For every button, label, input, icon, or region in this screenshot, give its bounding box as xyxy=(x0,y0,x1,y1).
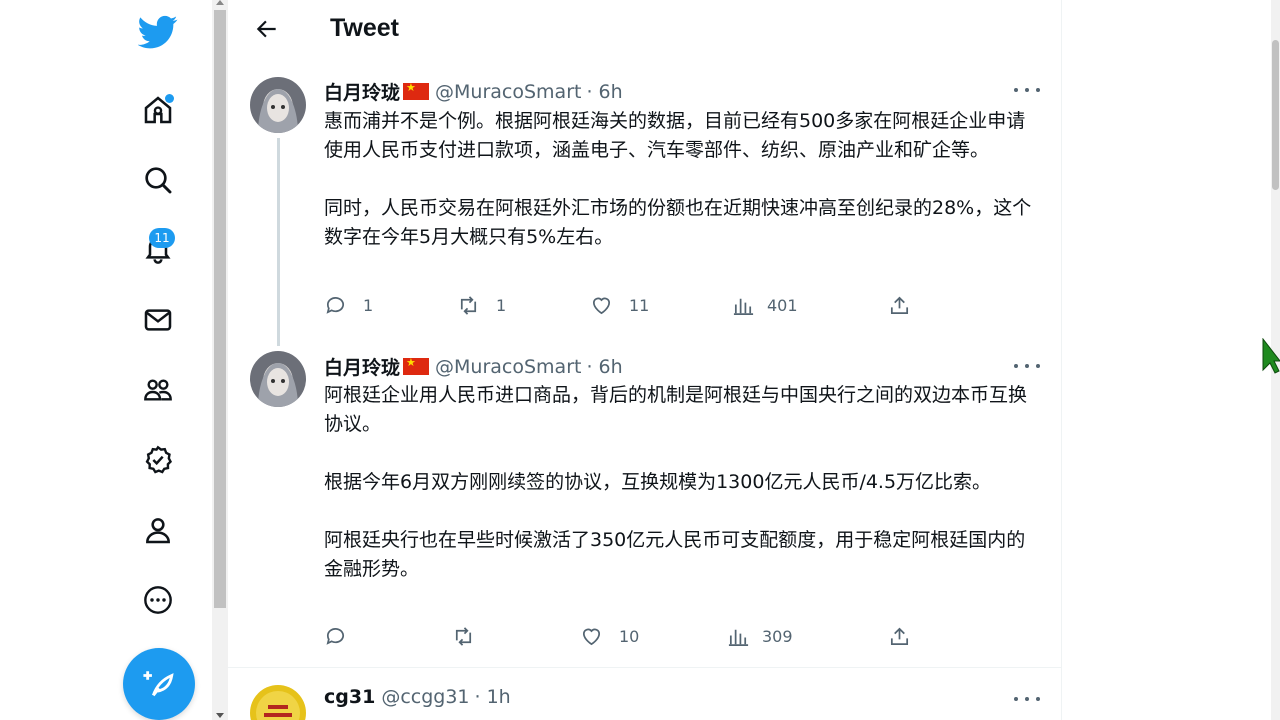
tweet-header: cg31 @ccgg31 · 1h xyxy=(324,686,511,708)
views-count: 309 xyxy=(762,627,793,646)
page-title: Tweet xyxy=(330,14,399,42)
back-button[interactable] xyxy=(250,12,284,46)
views-count: 401 xyxy=(767,296,798,315)
like-button[interactable]: 10 xyxy=(580,625,639,648)
share-upload-icon xyxy=(890,627,909,646)
mouse-cursor-icon xyxy=(1262,337,1280,378)
share-upload-icon xyxy=(890,296,909,315)
heart-icon xyxy=(582,628,601,646)
twitter-logo-icon[interactable] xyxy=(136,10,180,54)
notifications-count-badge: 11 xyxy=(149,228,175,248)
author-handle[interactable]: @ccgg31 xyxy=(381,686,469,708)
retweet-button[interactable]: 1 xyxy=(457,294,506,317)
feather-plus-icon xyxy=(143,671,174,697)
views-button[interactable]: 401 xyxy=(732,294,798,317)
tweet-actions: 1 1 11 401 xyxy=(324,294,924,318)
retweet-count: 1 xyxy=(496,296,507,315)
tweet-time[interactable]: · 1h xyxy=(475,686,511,708)
scroll-down-arrow-icon[interactable] xyxy=(216,713,224,718)
retweet-icon xyxy=(455,627,472,646)
tweet-time[interactable]: · 6h xyxy=(586,81,622,103)
like-count: 10 xyxy=(619,627,640,646)
communities-icon[interactable] xyxy=(136,368,180,412)
left-navigation: 11 xyxy=(0,0,212,720)
scrollbar[interactable] xyxy=(212,0,228,720)
page-scrollbar-thumb[interactable] xyxy=(1272,40,1279,190)
tweet-actions: 10 309 xyxy=(324,625,924,649)
profile-icon[interactable] xyxy=(136,508,180,552)
avatar[interactable] xyxy=(250,77,306,133)
search-icon[interactable] xyxy=(136,158,180,202)
more-options-button[interactable] xyxy=(1014,356,1040,376)
share-button[interactable] xyxy=(888,625,911,648)
views-button[interactable]: 309 xyxy=(727,625,793,648)
scroll-up-arrow-icon[interactable] xyxy=(216,0,224,5)
china-flag-icon xyxy=(403,356,430,375)
scrollbar-thumb[interactable] xyxy=(214,10,226,608)
author-handle[interactable]: @MuracoSmart xyxy=(435,81,581,103)
share-button[interactable] xyxy=(888,294,911,317)
more-options-button[interactable] xyxy=(1014,80,1040,100)
heart-icon xyxy=(592,297,611,315)
home-icon[interactable] xyxy=(136,88,180,132)
arrow-left-icon xyxy=(256,20,276,38)
author-name[interactable]: 白月玲珑 xyxy=(324,78,400,105)
page-header: Tweet xyxy=(228,0,1062,60)
like-button[interactable]: 11 xyxy=(590,294,649,317)
tweet-header: 白月玲珑 @MuracoSmart · 6h xyxy=(324,78,623,105)
reply-icon xyxy=(326,297,345,314)
retweet-button[interactable] xyxy=(452,625,491,648)
reply-button[interactable]: 1 xyxy=(324,294,373,317)
analytics-bar-icon xyxy=(728,629,749,646)
tweet-time[interactable]: · 6h xyxy=(586,356,622,378)
verified-badge-icon[interactable] xyxy=(136,438,180,482)
author-name[interactable]: cg31 xyxy=(324,686,375,708)
avatar[interactable] xyxy=(250,351,306,407)
home-notification-dot xyxy=(165,94,174,103)
compose-tweet-button[interactable] xyxy=(123,648,195,720)
retweet-icon xyxy=(460,296,477,315)
notifications-bell-icon[interactable]: 11 xyxy=(136,226,180,270)
author-handle[interactable]: @MuracoSmart xyxy=(435,356,581,378)
divider xyxy=(228,667,1062,668)
like-count: 11 xyxy=(629,296,650,315)
author-name[interactable]: 白月玲珑 xyxy=(324,353,400,380)
reply-icon xyxy=(326,628,345,645)
tweet-text: 惠而浦并不是个例。根据阿根廷海关的数据，目前已经有500多家在阿根廷企业申请使用… xyxy=(324,110,1032,248)
thread-line xyxy=(277,138,280,346)
analytics-bar-icon xyxy=(733,298,754,315)
messages-envelope-icon[interactable] xyxy=(136,298,180,342)
china-flag-icon xyxy=(403,81,430,100)
reply-count: 1 xyxy=(363,296,374,315)
tweet-text: 阿根廷企业用人民币进口商品，背后的机制是阿根廷与中国央行之间的双边本币互换协议。… xyxy=(324,384,1028,580)
avatar[interactable] xyxy=(250,685,306,720)
main-column: Tweet 白月玲珑 @MuracoSmart · 6h 惠而浦并不是个例。根据… xyxy=(228,0,1062,720)
tweet-header: 白月玲珑 @MuracoSmart · 6h xyxy=(324,353,623,380)
more-options-button[interactable] xyxy=(1014,689,1040,709)
reply-button[interactable] xyxy=(324,625,363,648)
more-options-icon[interactable] xyxy=(136,578,180,622)
